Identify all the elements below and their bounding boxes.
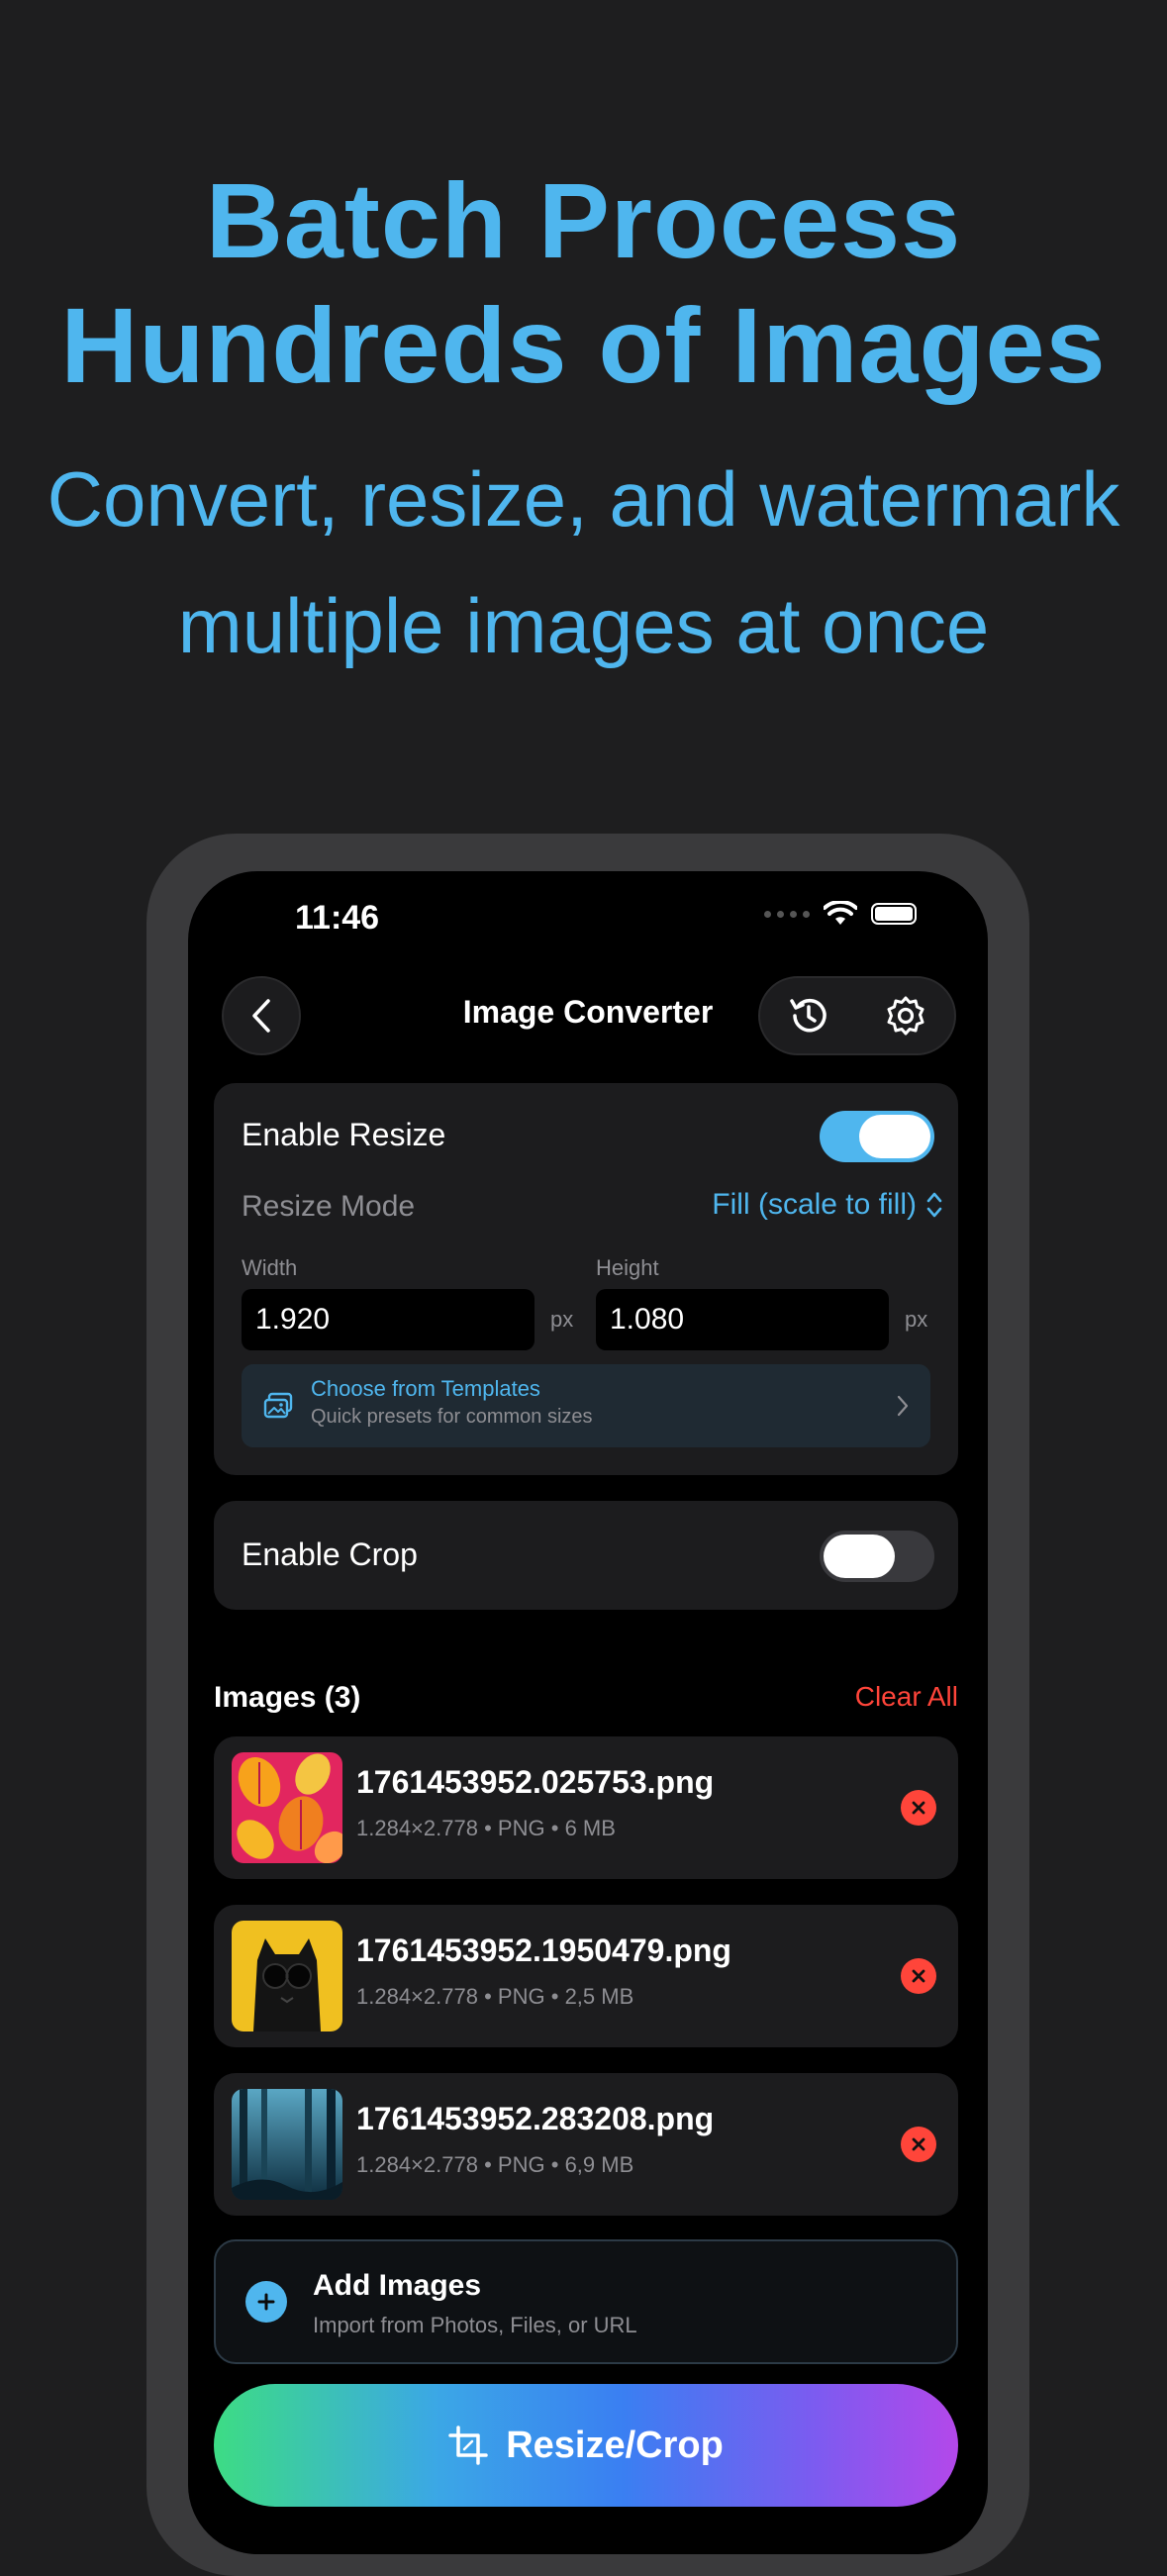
enable-resize-toggle[interactable] bbox=[820, 1111, 934, 1162]
resize-mode-picker[interactable]: Fill (scale to fill) bbox=[712, 1188, 942, 1222]
templates-subtitle: Quick presets for common sizes bbox=[311, 1406, 593, 1428]
templates-title: Choose from Templates bbox=[311, 1376, 540, 1401]
width-label: Width bbox=[242, 1255, 298, 1280]
crop-settings-card: Enable Crop bbox=[214, 1501, 958, 1610]
images-section-title: Images (3) bbox=[214, 1681, 361, 1714]
image-name: 1761453952.1950479.png bbox=[356, 1932, 731, 1968]
resize-crop-button[interactable]: Resize/Crop bbox=[214, 2384, 958, 2507]
enable-crop-label: Enable Crop bbox=[242, 1536, 418, 1572]
height-unit: px bbox=[905, 1307, 928, 1332]
add-images-subtitle: Import from Photos, Files, or URL bbox=[313, 2313, 637, 2337]
add-images-title: Add Images bbox=[313, 2269, 482, 2302]
image-thumbnail bbox=[232, 1752, 342, 1863]
settings-button[interactable] bbox=[883, 993, 928, 1039]
battery-icon bbox=[871, 903, 917, 925]
status-time: 11:46 bbox=[295, 899, 380, 937]
close-icon bbox=[912, 2137, 925, 2151]
hero-subtitle: Convert, resize, and watermark multiple … bbox=[0, 436, 1167, 689]
crop-icon bbox=[448, 2426, 488, 2465]
list-item[interactable]: 1761453952.1950479.png 1.284×2.778 • PNG… bbox=[214, 1905, 958, 2047]
list-item[interactable]: 1761453952.283208.png 1.284×2.778 • PNG … bbox=[214, 2073, 958, 2216]
history-icon bbox=[790, 998, 827, 1033]
chevron-right-icon bbox=[897, 1395, 909, 1417]
signal-icon bbox=[764, 910, 810, 918]
height-label: Height bbox=[596, 1255, 659, 1280]
resize-mode-value: Fill (scale to fill) bbox=[712, 1188, 917, 1221]
hero-subtitle-line1: Convert, resize, and watermark bbox=[47, 455, 1120, 543]
status-indicators bbox=[764, 901, 917, 927]
nav-actions bbox=[758, 976, 956, 1055]
enable-resize-label: Enable Resize bbox=[242, 1117, 446, 1152]
image-name: 1761453952.283208.png bbox=[356, 2101, 715, 2136]
resize-settings-card: Enable Resize Resize Mode Fill (scale to… bbox=[214, 1083, 958, 1475]
history-button[interactable] bbox=[786, 993, 831, 1039]
clear-all-button[interactable]: Clear All bbox=[855, 1681, 958, 1713]
phone-screen: 11:46 Image Converter Enable Resize Resi… bbox=[188, 871, 988, 2554]
choose-templates-button[interactable]: Choose from Templates Quick presets for … bbox=[242, 1364, 930, 1447]
remove-image-button[interactable] bbox=[901, 2127, 936, 2162]
image-meta: 1.284×2.778 • PNG • 6 MB bbox=[356, 1816, 616, 1840]
close-icon bbox=[912, 1801, 925, 1815]
hero-subtitle-line2: multiple images at once bbox=[177, 582, 990, 669]
enable-crop-toggle[interactable] bbox=[820, 1531, 934, 1582]
height-input[interactable]: 1.080 bbox=[596, 1289, 889, 1350]
image-meta: 1.284×2.778 • PNG • 6,9 MB bbox=[356, 2152, 634, 2177]
resize-crop-label: Resize/Crop bbox=[506, 2424, 724, 2466]
gear-icon bbox=[887, 996, 924, 1036]
photo-stack-icon bbox=[263, 1392, 293, 1419]
chevron-up-down-icon bbox=[926, 1192, 942, 1218]
hero-title-line2: Hundreds of Images bbox=[60, 285, 1107, 405]
image-thumbnail bbox=[232, 1921, 342, 2031]
hero-title-line1: Batch Process bbox=[205, 160, 962, 280]
width-unit: px bbox=[550, 1307, 574, 1332]
hero-title: Batch Process Hundreds of Images bbox=[0, 158, 1167, 408]
width-input[interactable]: 1.920 bbox=[242, 1289, 535, 1350]
close-icon bbox=[912, 1969, 925, 1983]
remove-image-button[interactable] bbox=[901, 1790, 936, 1826]
resize-mode-label: Resize Mode bbox=[242, 1190, 416, 1223]
remove-image-button[interactable] bbox=[901, 1958, 936, 1994]
list-item[interactable]: 1761453952.025753.png 1.284×2.778 • PNG … bbox=[214, 1736, 958, 1879]
wifi-icon bbox=[824, 901, 857, 925]
image-meta: 1.284×2.778 • PNG • 2,5 MB bbox=[356, 1984, 634, 2009]
add-images-button[interactable]: Add Images Import from Photos, Files, or… bbox=[214, 2239, 958, 2364]
image-name: 1761453952.025753.png bbox=[356, 1764, 715, 1800]
plus-icon bbox=[245, 2281, 287, 2323]
image-thumbnail bbox=[232, 2089, 342, 2200]
